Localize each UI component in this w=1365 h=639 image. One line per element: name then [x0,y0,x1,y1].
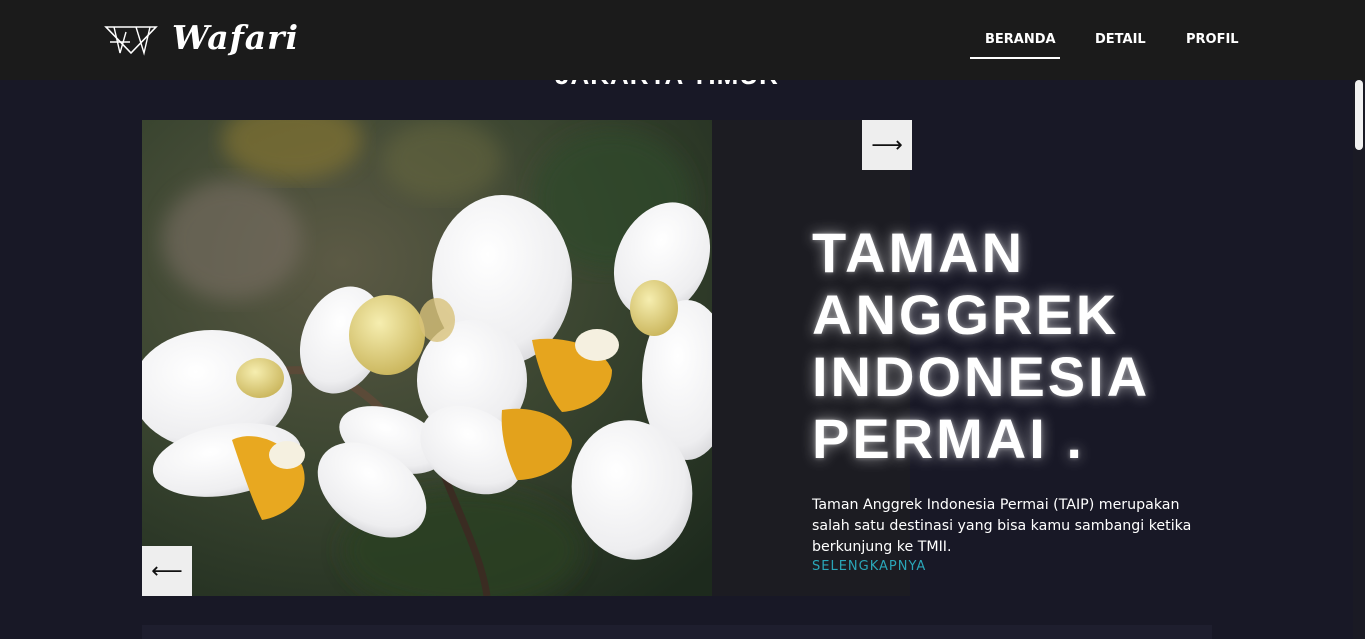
nav-active-indicator [970,57,1060,59]
nav-item-detail[interactable]: DETAIL [1095,32,1146,47]
arrow-right-icon: ⟶ [871,132,903,158]
scrollbar-thumb[interactable] [1355,80,1363,150]
top-navbar: Wafari BERANDA DETAIL PROFIL [0,0,1365,80]
arrow-left-icon: ⟵ [151,558,183,584]
triangle-mark-icon[interactable] [104,24,158,56]
page-scrollbar[interactable] [1353,80,1365,639]
nav-item-profil[interactable]: PROFIL [1186,32,1239,47]
next-section-strip [142,625,1212,639]
slide-heading: TAMAN ANGGREK INDONESIA PERMAI . [812,221,1149,470]
slide-description: Taman Anggrek Indonesia Permai (TAIP) me… [812,497,1192,555]
previous-slide-button[interactable]: ⟵ [142,546,192,596]
white-orchid-photo [142,120,712,596]
next-slide-button[interactable]: ⟶ [862,120,912,170]
nav-item-beranda[interactable]: BERANDA [985,32,1056,47]
brand-logo-text[interactable]: Wafari [172,18,299,57]
read-more-link[interactable]: SELENGKAPNYA [812,559,926,574]
